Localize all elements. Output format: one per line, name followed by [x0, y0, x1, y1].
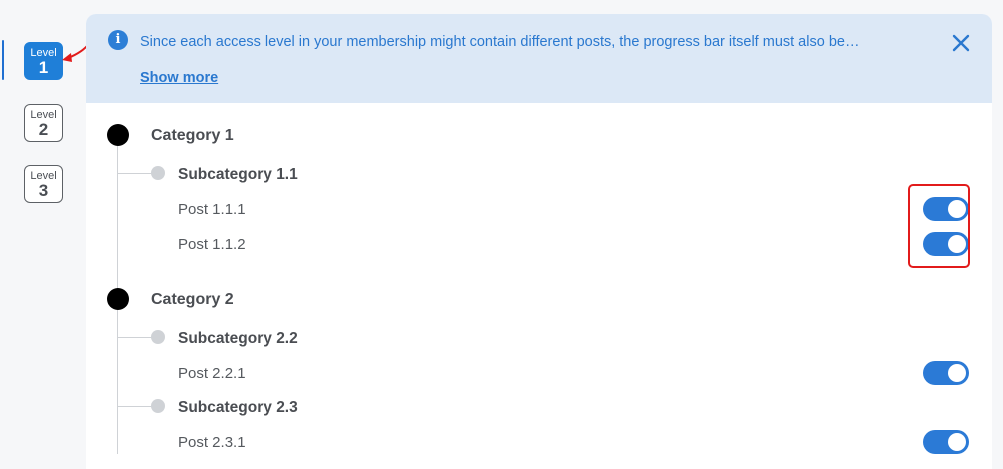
level-sidebar: Level 1 Level 2 Level 3: [0, 0, 96, 469]
subcategory-branch: [118, 406, 154, 407]
post-toggle[interactable]: [923, 361, 969, 385]
info-icon: i: [108, 30, 128, 50]
notice-text: Since each access level in your membersh…: [140, 34, 860, 50]
subcategory-dot: [151, 399, 165, 413]
subcategory-dot: [151, 166, 165, 180]
category-label: Category 2: [151, 291, 234, 308]
close-icon[interactable]: [950, 32, 972, 54]
subcategory-branch: [118, 337, 154, 338]
level-number: 1: [38, 58, 49, 77]
post-label: Post 2.3.1: [178, 434, 246, 451]
category-label: Category 1: [151, 127, 234, 144]
level-number: 3: [38, 181, 49, 200]
post-toggle[interactable]: [923, 430, 969, 454]
subcategory-label: Subcategory 1.1: [178, 166, 298, 183]
level-number: 2: [38, 120, 49, 139]
annotation-highlight-box: [908, 184, 970, 268]
post-label: Post 1.1.1: [178, 201, 246, 218]
toggle-knob: [948, 364, 966, 382]
category-dot: [107, 124, 129, 146]
active-level-indicator: [2, 40, 4, 80]
subcategory-dot: [151, 330, 165, 344]
category-dot: [107, 288, 129, 310]
post-label: Post 1.1.2: [178, 236, 246, 253]
post-label: Post 2.2.1: [178, 365, 246, 382]
subcategory-label: Subcategory 2.3: [178, 399, 298, 416]
level-2-button[interactable]: Level 2: [24, 104, 63, 142]
level-1-button[interactable]: Level 1: [24, 42, 63, 80]
main-panel: i Since each access level in your member…: [86, 14, 992, 469]
toggle-knob: [948, 433, 966, 451]
subcategory-label: Subcategory 2.2: [178, 330, 298, 347]
show-more-link[interactable]: Show more: [140, 70, 218, 86]
subcategory-branch: [118, 173, 154, 174]
info-notice: i Since each access level in your member…: [86, 14, 992, 103]
level-3-button[interactable]: Level 3: [24, 165, 63, 203]
